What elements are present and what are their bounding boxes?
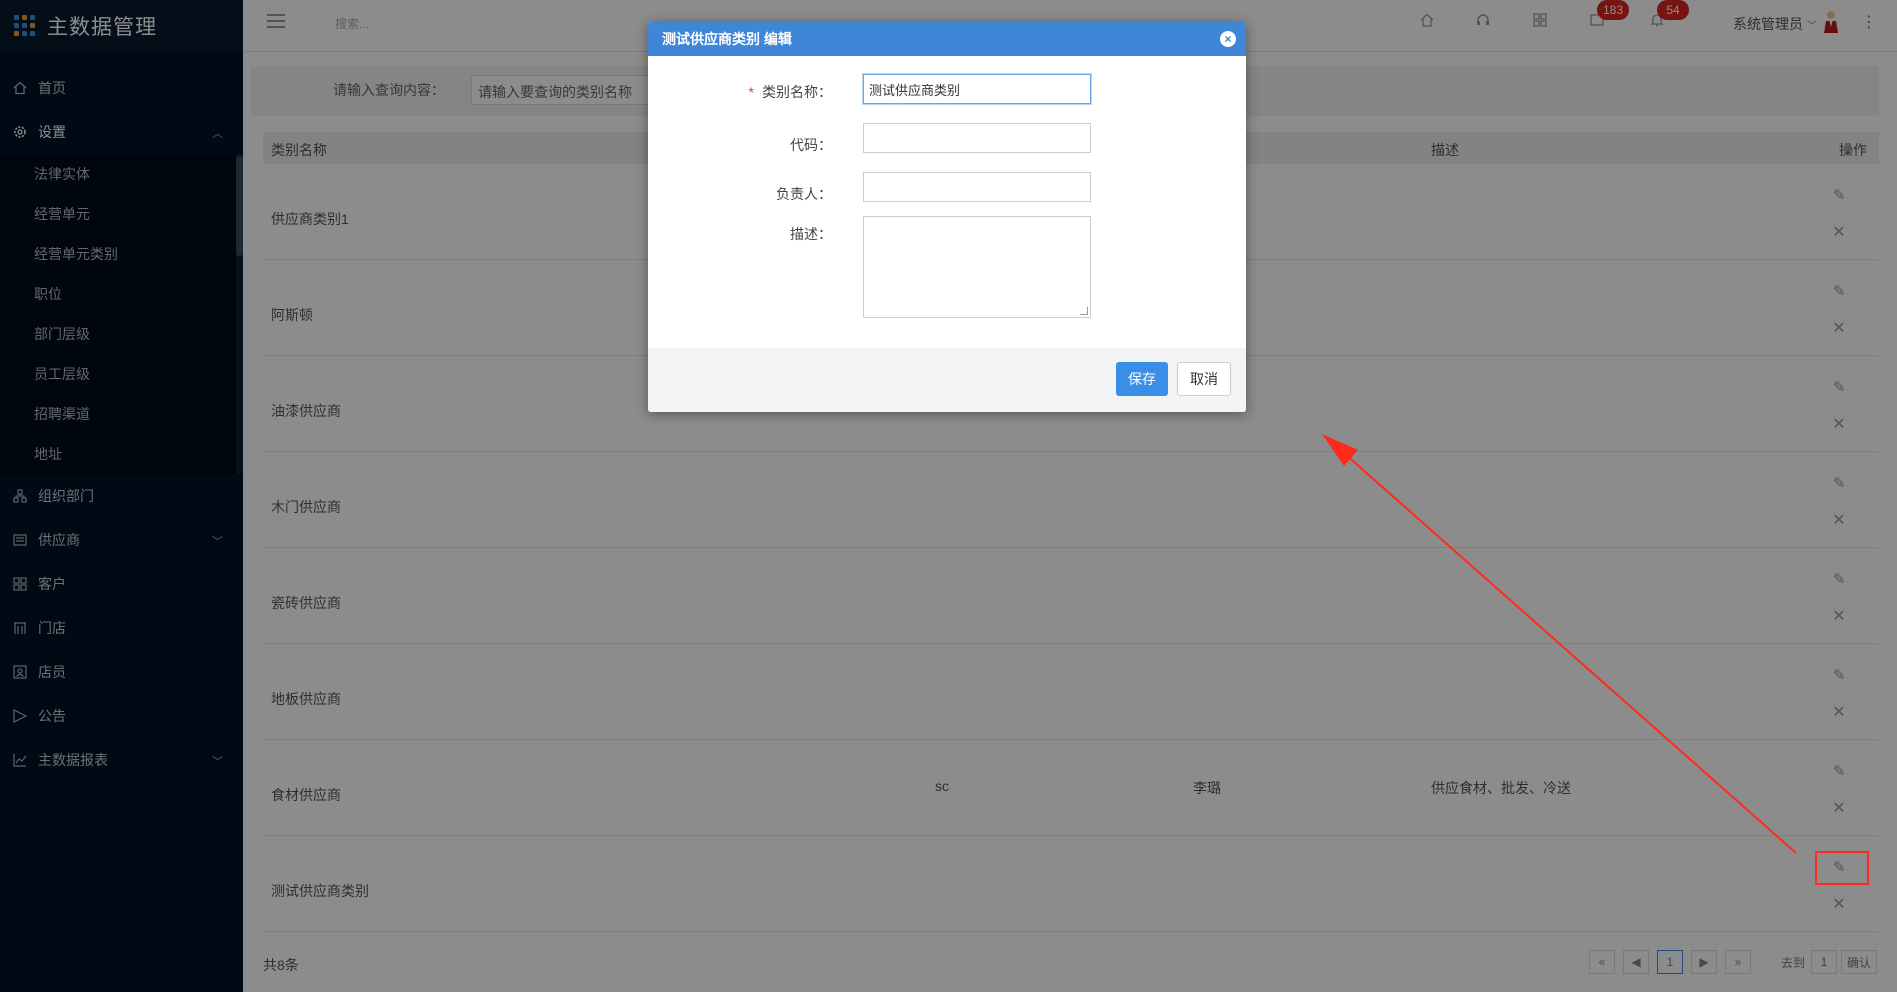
dialog-body: * 类别名称： 测试供应商类别 代码： 负责人： 描述： [648,56,1246,348]
dialog-header: 测试供应商类别 编辑 × [648,22,1246,56]
code-label: 代码： [790,137,832,153]
desc-label: 描述： [790,226,832,242]
category-name-input[interactable]: 测试供应商类别 [863,74,1091,104]
required-mark: * [748,84,754,100]
description-textarea[interactable] [863,216,1091,318]
cancel-button[interactable]: 取消 [1177,362,1231,396]
name-label: * 类别名称： [748,84,832,100]
close-icon[interactable]: × [1220,31,1236,47]
code-input[interactable] [863,123,1091,153]
owner-label: 负责人： [776,186,832,202]
save-button[interactable]: 保存 [1116,362,1168,396]
dialog-footer: 保存 取消 [648,348,1246,412]
resize-handle-icon[interactable] [1080,307,1088,315]
dialog-title: 测试供应商类别 编辑 [662,31,792,47]
owner-input[interactable] [863,172,1091,202]
edit-category-dialog: 测试供应商类别 编辑 × * 类别名称： 测试供应商类别 代码： 负责人： 描述：… [648,22,1246,412]
